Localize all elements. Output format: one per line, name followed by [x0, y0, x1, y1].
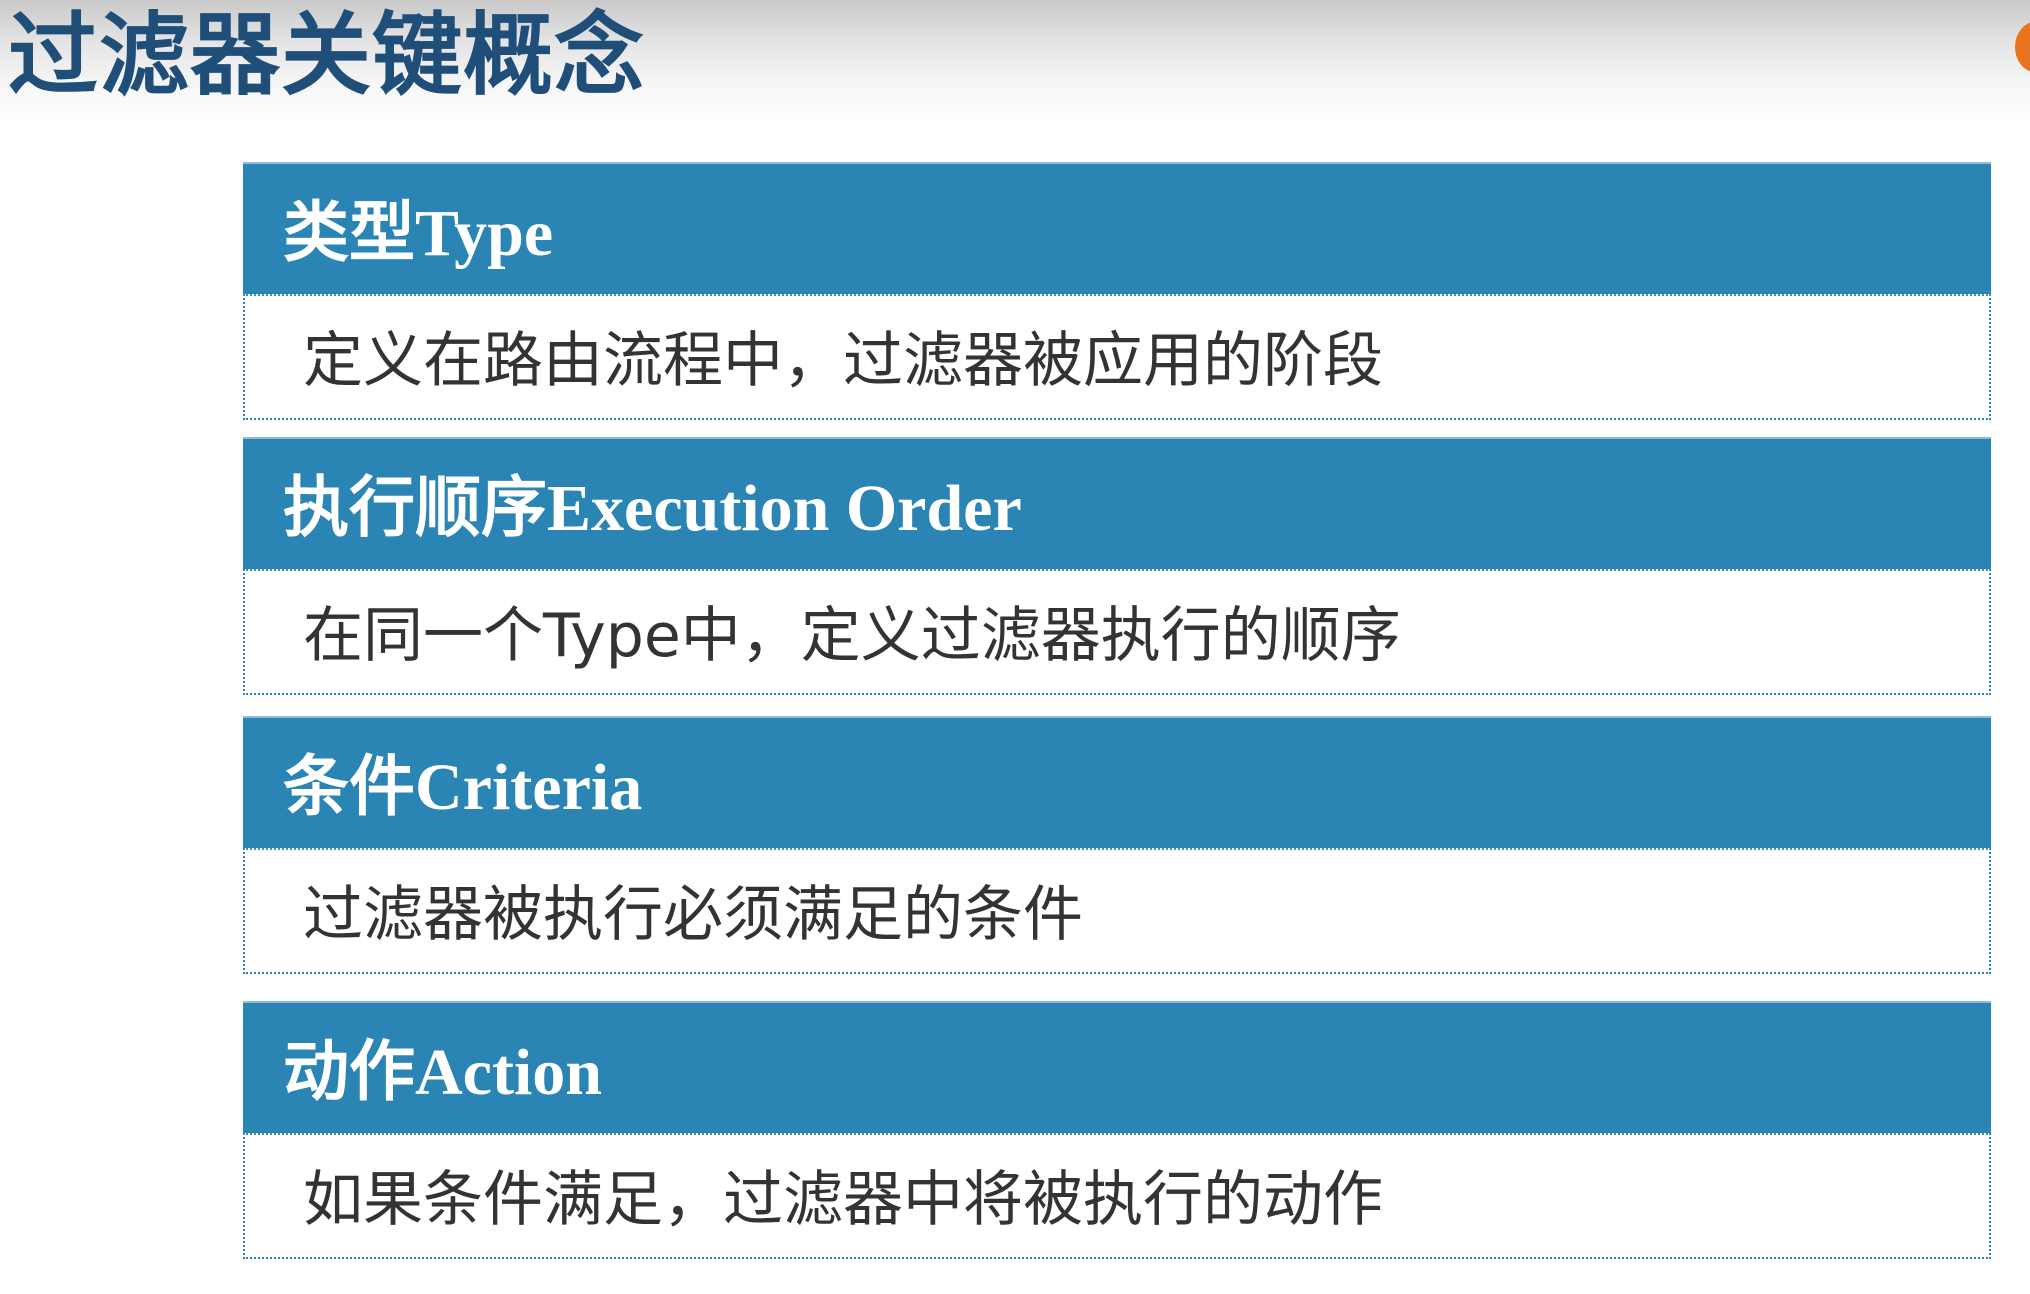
concept-header: 动作Action	[243, 1001, 1991, 1133]
concept-body: 在同一个Type中，定义过滤器执行的顺序	[243, 569, 1991, 695]
concept-header: 类型Type	[243, 162, 1991, 294]
concept-description: 在同一个Type中，定义过滤器执行的顺序	[303, 601, 1401, 671]
concept-description: 定义在路由流程中，过滤器被应用的阶段	[303, 326, 1383, 396]
concept-heading: 类型Type	[283, 197, 554, 270]
concept-body: 定义在路由流程中，过滤器被应用的阶段	[243, 294, 1991, 420]
concept-body: 如果条件满足，过滤器中将被执行的动作	[243, 1133, 1991, 1259]
slide-title: 过滤器关键概念	[8, 3, 645, 108]
concept-header: 条件Criteria	[243, 716, 1991, 848]
concept-description: 如果条件满足，过滤器中将被执行的动作	[303, 1165, 1383, 1235]
concept-heading: 动作Action	[283, 1036, 602, 1109]
concept-action: 动作Action 如果条件满足，过滤器中将被执行的动作	[243, 1001, 1991, 1259]
concept-criteria: 条件Criteria 过滤器被执行必须满足的条件	[243, 716, 1991, 974]
concept-heading: 执行顺序Execution Order	[283, 472, 1022, 545]
concept-type: 类型Type 定义在路由流程中，过滤器被应用的阶段	[243, 162, 1991, 420]
concept-execution-order: 执行顺序Execution Order 在同一个Type中，定义过滤器执行的顺序	[243, 437, 1991, 695]
concept-body: 过滤器被执行必须满足的条件	[243, 848, 1991, 974]
concept-heading: 条件Criteria	[283, 751, 643, 824]
concept-description: 过滤器被执行必须满足的条件	[303, 880, 1083, 950]
concept-header: 执行顺序Execution Order	[243, 437, 1991, 569]
